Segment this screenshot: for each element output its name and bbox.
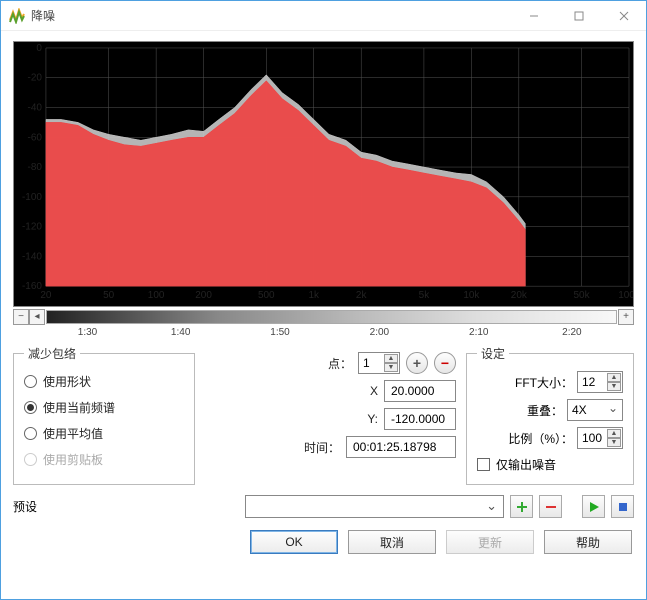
svg-text:50: 50: [103, 290, 115, 301]
ok-button[interactable]: OK: [250, 530, 338, 554]
preview-stop-button[interactable]: [611, 495, 634, 518]
svg-text:100k: 100k: [618, 290, 633, 301]
preset-delete-button[interactable]: [539, 495, 562, 518]
update-button[interactable]: 更新: [446, 530, 534, 554]
radio-label: 使用形状: [43, 373, 91, 390]
noise-only-label: 仅输出噪音: [496, 456, 556, 473]
preset-combo[interactable]: [245, 495, 504, 518]
fft-size-spinner[interactable]: 12 ▲▼: [577, 371, 623, 393]
svg-text:500: 500: [258, 290, 275, 301]
time-label: 时间：: [292, 439, 340, 456]
radio-label: 使用平均值: [43, 425, 103, 442]
x-input[interactable]: [384, 380, 456, 402]
overlap-label: 重叠：: [477, 402, 563, 419]
zoom-scrollbar[interactable]: − ◂ +: [13, 309, 634, 325]
help-button[interactable]: 帮助: [544, 530, 632, 554]
settings-group: 设定 FFT大小： 12 ▲▼ 重叠： 4X 比例（%）： 100: [466, 345, 634, 485]
svg-text:0: 0: [36, 43, 42, 54]
svg-text:1k: 1k: [308, 290, 319, 301]
timeline-tick: 2:10: [469, 327, 488, 338]
svg-text:-100: -100: [22, 192, 42, 203]
svg-text:2k: 2k: [356, 290, 367, 301]
spectrum-chart[interactable]: 0 -20 -40 -60 -80 -100 -120 -140 -16020 50 100 200 5…: [13, 41, 634, 307]
radio-icon: [24, 453, 37, 466]
timeline-tick: 1:30: [78, 327, 97, 338]
radio-icon: [24, 427, 37, 440]
y-input[interactable]: [384, 408, 456, 430]
maximize-button[interactable]: [556, 2, 601, 30]
svg-text:-160: -160: [22, 281, 42, 292]
radio-icon: [24, 375, 37, 388]
timeline-tick: 1:40: [171, 327, 190, 338]
timeline-tick: 2:00: [370, 327, 389, 338]
close-button[interactable]: [601, 2, 646, 30]
scroll-track[interactable]: [46, 310, 617, 324]
svg-text:-80: -80: [28, 162, 43, 173]
svg-text:200: 200: [195, 290, 212, 301]
preset-label: 预设: [13, 498, 239, 515]
y-label: Y:: [330, 412, 378, 426]
svg-text:50k: 50k: [574, 290, 590, 301]
x-label: X: [330, 384, 378, 398]
reduce-envelope-group: 减少包络 使用形状使用当前频谱使用平均值使用剪贴板: [13, 345, 195, 485]
zoom-in-button[interactable]: +: [618, 309, 634, 325]
fft-label: FFT大小：: [477, 374, 573, 391]
svg-text:-120: -120: [22, 222, 42, 233]
svg-text:20: 20: [40, 290, 52, 301]
svg-text:5k: 5k: [419, 290, 430, 301]
titlebar: 降噪: [1, 1, 646, 31]
reduce-envelope-option-0[interactable]: 使用形状: [24, 368, 184, 394]
add-point-button[interactable]: +: [406, 352, 428, 374]
overlap-combo[interactable]: 4X: [567, 399, 623, 421]
svg-text:-140: -140: [22, 251, 42, 262]
preview-play-button[interactable]: [582, 495, 605, 518]
reduce-envelope-option-3: 使用剪贴板: [24, 446, 184, 472]
preset-add-button[interactable]: [510, 495, 533, 518]
radio-label: 使用剪贴板: [43, 451, 103, 468]
timeline-ruler: 1:30 1:40 1:50 2:00 2:10 2:20: [13, 327, 634, 341]
settings-legend: 设定: [477, 345, 509, 362]
svg-text:-60: -60: [28, 132, 43, 143]
svg-text:10k: 10k: [463, 290, 479, 301]
svg-text:100: 100: [148, 290, 165, 301]
remove-point-button[interactable]: −: [434, 352, 456, 374]
noise-only-checkbox[interactable]: [477, 458, 490, 471]
svg-text:-20: -20: [28, 73, 43, 84]
zoom-out-button[interactable]: −: [13, 309, 29, 325]
timeline-tick: 1:50: [270, 327, 289, 338]
app-icon: [9, 8, 25, 24]
point-spinner[interactable]: 1 ▲▼: [358, 352, 400, 374]
reduce-envelope-legend: 减少包络: [24, 345, 80, 362]
point-down[interactable]: ▼: [384, 363, 398, 372]
ratio-label: 比例（%）：: [477, 430, 573, 447]
point-info-group: 点： 1 ▲▼ + − X Y: 时间：: [199, 345, 462, 485]
radio-icon: [24, 401, 37, 414]
scroll-left-button[interactable]: ◂: [29, 309, 45, 325]
window-title: 降噪: [31, 7, 55, 24]
reduce-envelope-option-1[interactable]: 使用当前频谱: [24, 394, 184, 420]
cancel-button[interactable]: 取消: [348, 530, 436, 554]
svg-text:-40: -40: [28, 103, 43, 114]
noise-reduction-dialog: 降噪 0 -20 -40 -60 -80 -100 -120 -140 -16020 50 100 2…: [0, 0, 647, 600]
point-label: 点：: [304, 355, 352, 372]
timeline-tick: 2:20: [562, 327, 581, 338]
time-input[interactable]: [346, 436, 456, 458]
point-up[interactable]: ▲: [384, 354, 398, 363]
reduce-envelope-option-2[interactable]: 使用平均值: [24, 420, 184, 446]
svg-text:20k: 20k: [511, 290, 527, 301]
minimize-button[interactable]: [511, 2, 556, 30]
ratio-spinner[interactable]: 100 ▲▼: [577, 427, 623, 449]
radio-label: 使用当前频谱: [43, 399, 115, 416]
